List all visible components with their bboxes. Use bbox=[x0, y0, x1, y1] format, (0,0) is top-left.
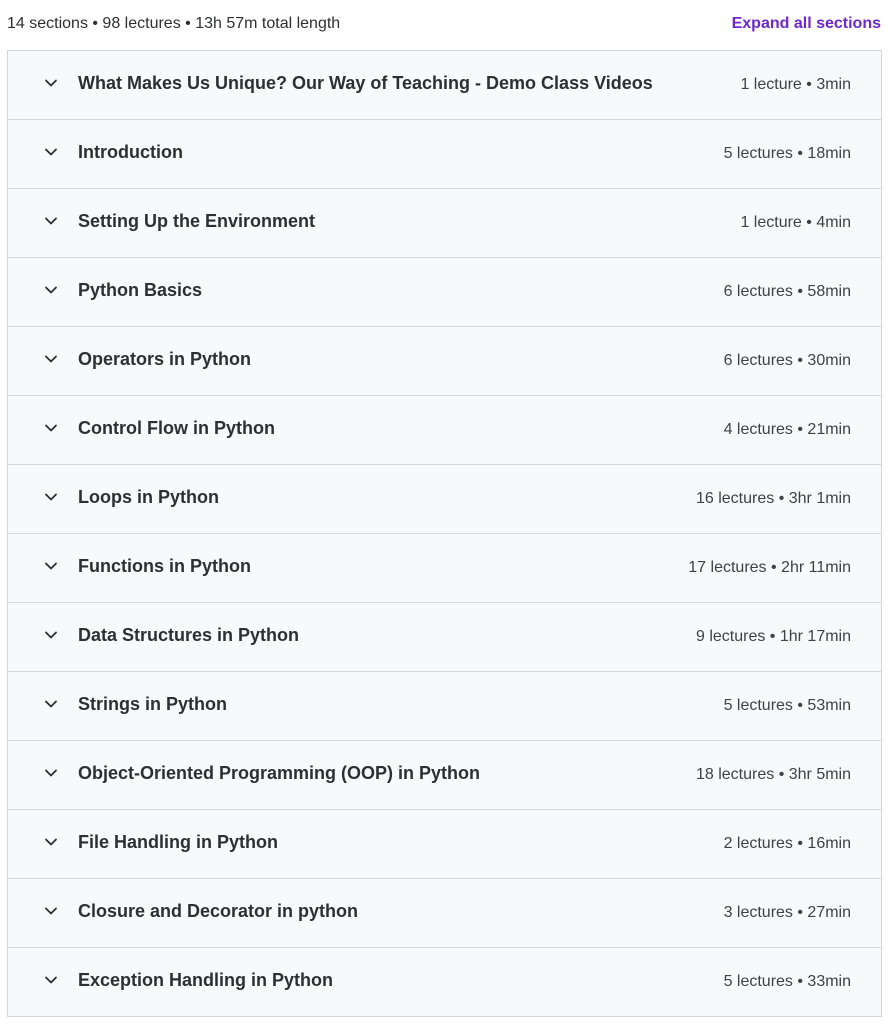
section-title: Introduction bbox=[78, 142, 183, 162]
section-title: Closure and Decorator in python bbox=[78, 901, 359, 921]
chevron-down-icon[interactable] bbox=[44, 904, 58, 918]
section-lecture-count: 9 lectures • 1hr 17min bbox=[695, 628, 851, 645]
curriculum-section-11[interactable]: Object-Oriented Programming (OOP) in Pyt… bbox=[8, 741, 881, 810]
curriculum-section-10[interactable]: Strings in Python 5 lectures • 53min bbox=[8, 672, 881, 741]
section-title: Object-Oriented Programming (OOP) in Pyt… bbox=[78, 763, 481, 783]
section-lecture-count: 18 lectures • 3hr 5min bbox=[695, 766, 851, 783]
section-lecture-count: 2 lectures • 16min bbox=[723, 835, 851, 852]
section-title: Strings in Python bbox=[78, 694, 228, 714]
section-lecture-count: 1 lecture • 4min bbox=[740, 214, 851, 231]
section-lecture-count: 5 lectures • 33min bbox=[723, 973, 851, 990]
section-title: File Handling in Python bbox=[78, 832, 278, 852]
curriculum-section-5[interactable]: Operators in Python 6 lectures • 30min bbox=[8, 327, 881, 396]
section-lecture-count: 3 lectures • 27min bbox=[723, 904, 851, 921]
section-lecture-count: 4 lectures • 21min bbox=[723, 421, 851, 438]
section-lecture-count: 1 lecture • 3min bbox=[740, 76, 851, 93]
chevron-down-icon[interactable] bbox=[44, 352, 58, 366]
section-lecture-count: 6 lectures • 58min bbox=[723, 283, 851, 300]
section-lecture-count: 17 lectures • 2hr 11min bbox=[688, 559, 851, 576]
chevron-down-icon[interactable] bbox=[44, 490, 58, 504]
chevron-down-icon[interactable] bbox=[44, 421, 58, 435]
curriculum-section-13[interactable]: Closure and Decorator in python 3 lectur… bbox=[8, 879, 881, 948]
chevron-down-icon[interactable] bbox=[44, 697, 58, 711]
section-lecture-count: 5 lectures • 18min bbox=[723, 145, 851, 162]
curriculum-section-14[interactable]: Exception Handling in Python 5 lectures … bbox=[8, 948, 881, 1017]
course-summary: 14 sections • 98 lectures • 13h 57m tota… bbox=[7, 15, 341, 32]
chevron-down-icon[interactable] bbox=[44, 283, 58, 297]
chevron-down-icon[interactable] bbox=[44, 76, 58, 90]
chevron-down-icon[interactable] bbox=[44, 214, 58, 228]
expand-all-sections-button[interactable]: Expand all sections bbox=[732, 15, 881, 33]
curriculum-section-6[interactable]: Control Flow in Python 4 lectures • 21mi… bbox=[8, 396, 881, 465]
section-title: Functions in Python bbox=[78, 556, 251, 576]
curriculum-section-4[interactable]: Python Basics 6 lectures • 58min bbox=[8, 258, 881, 327]
section-title: Setting Up the Environment bbox=[78, 211, 316, 231]
section-lecture-count: 5 lectures • 53min bbox=[723, 697, 851, 714]
section-title: What Makes Us Unique? Our Way of Teachin… bbox=[78, 73, 653, 93]
curriculum-section-9[interactable]: Data Structures in Python 9 lectures • 1… bbox=[8, 603, 881, 672]
curriculum-section-12[interactable]: File Handling in Python 2 lectures • 16m… bbox=[8, 810, 881, 879]
section-title: Operators in Python bbox=[78, 349, 252, 369]
section-title: Control Flow in Python bbox=[78, 418, 275, 438]
section-title: Data Structures in Python bbox=[78, 625, 300, 645]
chevron-down-icon[interactable] bbox=[44, 559, 58, 573]
curriculum-section-7[interactable]: Loops in Python 16 lectures • 3hr 1min bbox=[8, 465, 881, 534]
chevron-down-icon[interactable] bbox=[44, 973, 58, 987]
curriculum-section-2[interactable]: Introduction 5 lectures • 18min bbox=[8, 120, 881, 189]
curriculum-section-3[interactable]: Setting Up the Environment 1 lecture • 4… bbox=[8, 189, 881, 258]
curriculum-header: 14 sections • 98 lectures • 13h 57m tota… bbox=[0, 0, 889, 50]
chevron-down-icon[interactable] bbox=[44, 835, 58, 849]
section-lecture-count: 16 lectures • 3hr 1min bbox=[695, 490, 851, 507]
curriculum-section-1[interactable]: What Makes Us Unique? Our Way of Teachin… bbox=[8, 51, 881, 120]
chevron-down-icon[interactable] bbox=[44, 145, 58, 159]
section-title: Exception Handling in Python bbox=[78, 970, 334, 990]
curriculum-section-8[interactable]: Functions in Python 17 lectures • 2hr 11… bbox=[8, 534, 881, 603]
section-lecture-count: 6 lectures • 30min bbox=[723, 352, 851, 369]
section-title: Python Basics bbox=[78, 280, 203, 300]
curriculum-section-list: What Makes Us Unique? Our Way of Teachin… bbox=[7, 50, 882, 1017]
chevron-down-icon[interactable] bbox=[44, 766, 58, 780]
section-title: Loops in Python bbox=[78, 487, 219, 507]
chevron-down-icon[interactable] bbox=[44, 628, 58, 642]
